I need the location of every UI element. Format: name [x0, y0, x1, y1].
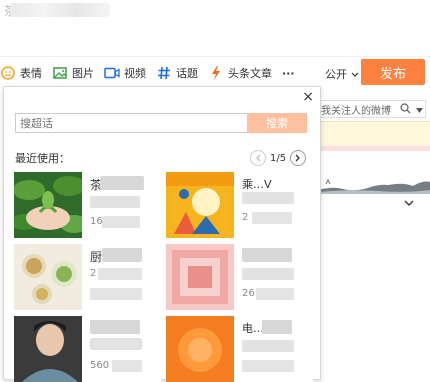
topic-thumbnail — [166, 244, 234, 310]
search-icon[interactable] — [400, 103, 411, 117]
topic-title: 乘…V — [242, 178, 272, 191]
super-topic-search-button[interactable]: 搜索 — [247, 113, 307, 133]
topic-thumbnail — [14, 172, 82, 238]
notice-bar-edge — [318, 146, 430, 151]
caret-down-icon[interactable] — [416, 105, 423, 116]
topic-info: 电… — [238, 316, 310, 382]
emoji-label: 表情 — [20, 67, 42, 80]
prev-page-button[interactable] — [250, 150, 266, 166]
visibility-dropdown[interactable]: 公开 — [325, 66, 359, 82]
compose-area[interactable]: 茶 — [0, 0, 430, 57]
chevron-down-icon[interactable] — [404, 196, 414, 210]
topic-label: 话题 — [176, 67, 198, 80]
topic-title: 电… — [242, 322, 264, 335]
article-button[interactable]: 头条文章 — [208, 65, 272, 81]
topic-info: 茶 16 — [86, 172, 158, 238]
topic-card[interactable]: 电… — [166, 316, 313, 382]
topic-thumbnail — [166, 316, 234, 382]
pager: 1/5 — [250, 150, 307, 166]
topic-info: 560 — [86, 316, 158, 382]
topic-thumbnail — [14, 316, 82, 382]
more-button[interactable]: ··· — [282, 67, 295, 80]
topic-thumbnail — [166, 172, 234, 238]
publish-button[interactable]: 发布 — [361, 59, 425, 85]
super-topic-search-input[interactable] — [15, 113, 251, 133]
topic-card[interactable]: 26 — [166, 244, 313, 310]
topic-count: 560 — [90, 360, 110, 371]
emoji-button[interactable]: 表情 — [0, 65, 42, 81]
visibility-label: 公开 — [325, 68, 347, 81]
more-label: ··· — [282, 66, 295, 80]
topic-count: 2 — [242, 212, 249, 223]
feed-search-placeholder: 我关注人的微博 — [321, 105, 391, 117]
topic-button[interactable]: 话题 — [156, 65, 198, 81]
topic-count: 2 — [90, 268, 97, 279]
topic-count: 26 — [242, 288, 255, 299]
video-icon — [104, 65, 120, 81]
topic-card[interactable]: 乘…V 2 — [166, 172, 313, 238]
topic-info: 厨 2 — [86, 244, 158, 310]
next-page-button[interactable] — [290, 150, 307, 166]
close-icon[interactable]: × — [302, 90, 314, 104]
compose-blurred-text — [10, 3, 110, 17]
feed-search-input[interactable]: 我关注人的微博 — [318, 100, 426, 118]
lightning-icon — [208, 65, 224, 81]
video-label: 视频 — [124, 67, 146, 80]
topic-count: 16 — [90, 216, 103, 227]
smile-icon — [0, 65, 16, 81]
chevron-down-icon — [351, 68, 359, 81]
topic-thumbnail — [14, 244, 82, 310]
hash-icon — [156, 65, 172, 81]
topic-card[interactable]: 厨 2 — [14, 244, 161, 310]
super-topic-popup: × 搜索 最近使用： 1/5 — [3, 86, 321, 382]
topic-info: 乘…V 2 — [238, 172, 310, 238]
topic-card[interactable]: 茶 16 — [14, 172, 161, 238]
notice-bar — [318, 121, 430, 148]
topic-title: 厨 — [90, 250, 103, 264]
article-label: 头条文章 — [228, 67, 272, 80]
image-label: 图片 — [72, 67, 94, 80]
recent-used-label: 最近使用： — [15, 152, 70, 165]
topic-card[interactable]: 560 — [14, 316, 161, 382]
page-indicator: 1/5 — [270, 152, 287, 164]
video-button[interactable]: 视频 — [104, 65, 146, 81]
topic-info: 26 — [238, 244, 310, 310]
image-button[interactable]: 图片 — [52, 65, 94, 81]
image-icon — [52, 65, 68, 81]
